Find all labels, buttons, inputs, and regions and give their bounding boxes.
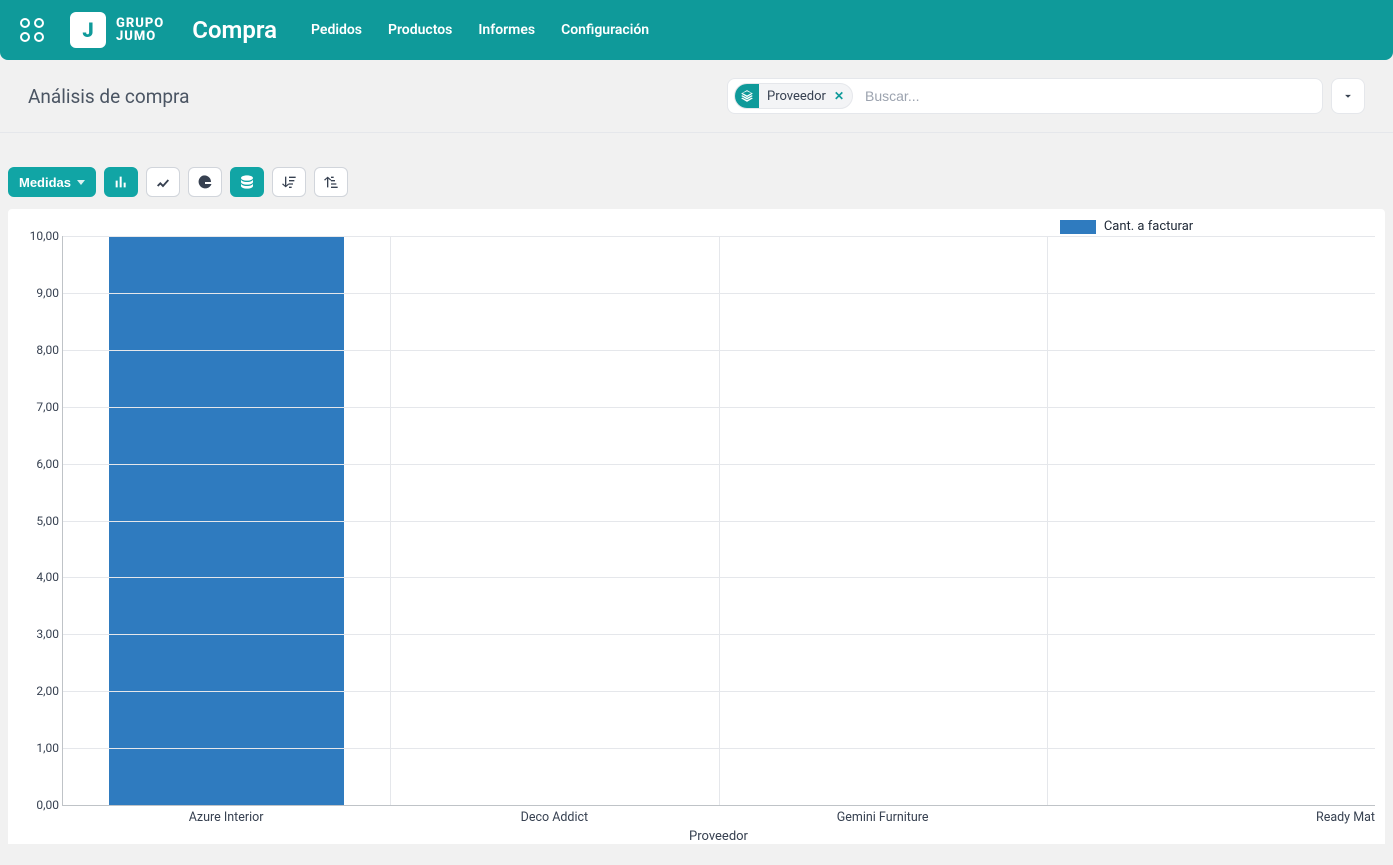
chart-gridline bbox=[63, 236, 1375, 237]
chart-ytick: 4,00 bbox=[19, 570, 59, 584]
nav-configuracion[interactable]: Configuración bbox=[561, 22, 649, 38]
chart-plot: 0,001,002,003,004,005,006,007,008,009,00… bbox=[62, 236, 1375, 806]
line-chart-button[interactable] bbox=[146, 167, 180, 197]
chart-gridline bbox=[63, 350, 1375, 351]
layers-icon bbox=[735, 83, 759, 109]
nav-productos[interactable]: Productos bbox=[388, 22, 452, 38]
legend-swatch bbox=[1060, 220, 1096, 234]
chart-ytick: 7,00 bbox=[19, 400, 59, 414]
chart-gridline bbox=[63, 634, 1375, 635]
nav-menu: Pedidos Productos Informes Configuración bbox=[311, 22, 649, 38]
chart-ytick: 3,00 bbox=[19, 627, 59, 641]
chart-xtick: Ready Mat bbox=[1047, 806, 1375, 825]
search-facet-chip[interactable]: Proveedor ✕ bbox=[734, 83, 853, 109]
chart-ytick: 5,00 bbox=[19, 514, 59, 528]
brand-logo: J bbox=[70, 12, 106, 48]
page-title: Análisis de compra bbox=[28, 85, 189, 108]
chart-gridline bbox=[63, 577, 1375, 578]
close-icon[interactable]: ✕ bbox=[834, 89, 844, 103]
sort-asc-button[interactable] bbox=[314, 167, 348, 197]
chart-legend: Cant. a facturar bbox=[878, 219, 1375, 234]
chart-gridline bbox=[63, 691, 1375, 692]
search-box[interactable]: Proveedor ✕ bbox=[727, 78, 1323, 114]
brand-line2: JUMO bbox=[116, 30, 164, 43]
medidas-button[interactable]: Medidas bbox=[8, 167, 96, 197]
chart-ytick: 6,00 bbox=[19, 457, 59, 471]
sort-asc-icon bbox=[323, 174, 339, 190]
search-facet-label: Proveedor bbox=[767, 89, 826, 104]
chart-gridline bbox=[63, 293, 1375, 294]
bar-chart-button[interactable] bbox=[104, 167, 138, 197]
sort-desc-button[interactable] bbox=[272, 167, 306, 197]
chart-ytick: 1,00 bbox=[19, 741, 59, 755]
search-options-toggle[interactable] bbox=[1331, 78, 1365, 114]
brand[interactable]: J GRUPO JUMO bbox=[70, 12, 164, 48]
chart-xtick: Azure Interior bbox=[62, 806, 390, 825]
chart-ytick: 10,00 bbox=[19, 229, 59, 243]
chart-ytick: 9,00 bbox=[19, 286, 59, 300]
header-row: Análisis de compra Proveedor ✕ bbox=[0, 60, 1393, 133]
chart-ytick: 8,00 bbox=[19, 343, 59, 357]
chart-xtick: Deco Addict bbox=[390, 806, 718, 825]
nav-pedidos[interactable]: Pedidos bbox=[311, 22, 362, 38]
chart-gridline bbox=[63, 748, 1375, 749]
app-title: Compra bbox=[192, 16, 277, 44]
legend-label: Cant. a facturar bbox=[1104, 219, 1193, 234]
navbar: J GRUPO JUMO Compra Pedidos Productos In… bbox=[0, 0, 1393, 60]
chart-xticks: Azure InteriorDeco AddictGemini Furnitur… bbox=[62, 806, 1375, 825]
toolbar: Medidas bbox=[0, 133, 1393, 209]
pie-chart-button[interactable] bbox=[188, 167, 222, 197]
chart-xlabel: Proveedor bbox=[62, 825, 1375, 844]
chart-xtick: Gemini Furniture bbox=[719, 806, 1047, 825]
medidas-label: Medidas bbox=[19, 175, 71, 190]
brand-text: GRUPO JUMO bbox=[116, 17, 164, 43]
chevron-down-icon bbox=[77, 180, 85, 185]
chart-gridline bbox=[63, 521, 1375, 522]
chart-ytick: 2,00 bbox=[19, 684, 59, 698]
sort-desc-icon bbox=[281, 174, 297, 190]
chart-card: Cant. a facturar 0,001,002,003,004,005,0… bbox=[8, 209, 1385, 844]
apps-icon[interactable] bbox=[20, 18, 44, 42]
line-chart-icon bbox=[155, 174, 171, 190]
bar-chart-icon bbox=[113, 174, 129, 190]
chart-gridline bbox=[63, 464, 1375, 465]
chart-ytick: 0,00 bbox=[19, 798, 59, 812]
search-input[interactable] bbox=[859, 88, 1316, 104]
database-icon bbox=[239, 174, 255, 190]
pie-chart-icon bbox=[197, 174, 213, 190]
stacked-button[interactable] bbox=[230, 167, 264, 197]
chevron-down-icon bbox=[1341, 89, 1355, 103]
nav-informes[interactable]: Informes bbox=[478, 22, 535, 38]
chart-gridline bbox=[63, 407, 1375, 408]
